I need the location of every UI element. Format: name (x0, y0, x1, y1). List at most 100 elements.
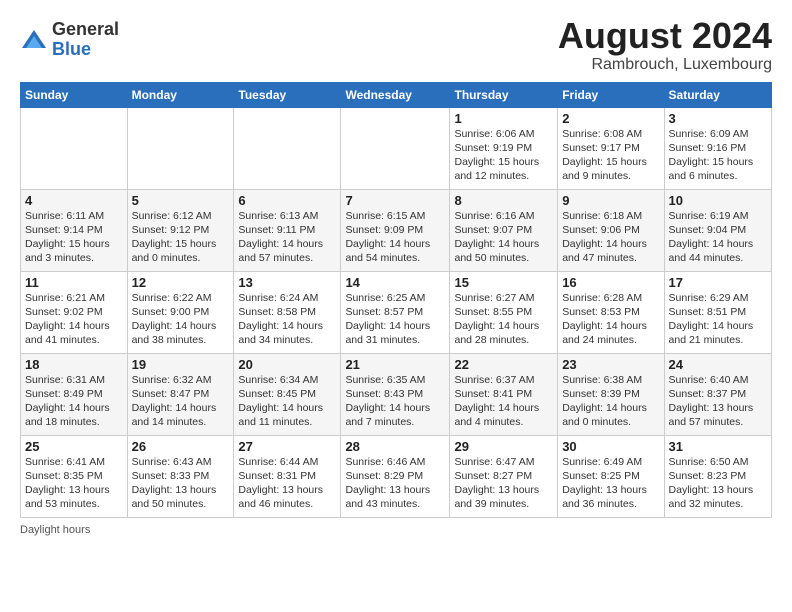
sunset-text: Sunset: 8:29 PM (345, 469, 445, 483)
daylight-text: Daylight: 13 hours and 53 minutes. (25, 483, 123, 511)
sunrise-text: Sunrise: 6:28 AM (562, 291, 659, 305)
calendar-cell: 1Sunrise: 6:06 AMSunset: 9:19 PMDaylight… (450, 107, 558, 189)
day-number: 9 (562, 193, 659, 208)
calendar-cell: 5Sunrise: 6:12 AMSunset: 9:12 PMDaylight… (127, 189, 234, 271)
daylight-text: Daylight: 14 hours and 7 minutes. (345, 401, 445, 429)
day-number: 4 (25, 193, 123, 208)
day-info: Sunrise: 6:13 AMSunset: 9:11 PMDaylight:… (238, 209, 336, 266)
title-block: August 2024 Rambrouch, Luxembourg (558, 16, 772, 74)
calendar-cell (341, 107, 450, 189)
daylight-text: Daylight: 14 hours and 44 minutes. (669, 237, 767, 265)
day-number: 1 (454, 111, 553, 126)
daylight-text: Daylight: 13 hours and 57 minutes. (669, 401, 767, 429)
calendar-cell: 9Sunrise: 6:18 AMSunset: 9:06 PMDaylight… (558, 189, 664, 271)
day-info: Sunrise: 6:32 AMSunset: 8:47 PMDaylight:… (132, 373, 230, 430)
day-number: 23 (562, 357, 659, 372)
weekday-header-wednesday: Wednesday (341, 82, 450, 107)
daylight-text: Daylight: 15 hours and 3 minutes. (25, 237, 123, 265)
day-number: 14 (345, 275, 445, 290)
daylight-text: Daylight: 13 hours and 46 minutes. (238, 483, 336, 511)
daylight-text: Daylight: 14 hours and 57 minutes. (238, 237, 336, 265)
day-info: Sunrise: 6:18 AMSunset: 9:06 PMDaylight:… (562, 209, 659, 266)
daylight-text: Daylight: 15 hours and 0 minutes. (132, 237, 230, 265)
daylight-text: Daylight: 14 hours and 31 minutes. (345, 319, 445, 347)
daylight-text: Daylight: 14 hours and 18 minutes. (25, 401, 123, 429)
daylight-text: Daylight: 13 hours and 36 minutes. (562, 483, 659, 511)
calendar-cell: 17Sunrise: 6:29 AMSunset: 8:51 PMDayligh… (664, 271, 771, 353)
calendar-cell: 25Sunrise: 6:41 AMSunset: 8:35 PMDayligh… (21, 435, 128, 517)
day-info: Sunrise: 6:19 AMSunset: 9:04 PMDaylight:… (669, 209, 767, 266)
calendar-cell: 28Sunrise: 6:46 AMSunset: 8:29 PMDayligh… (341, 435, 450, 517)
sunset-text: Sunset: 9:04 PM (669, 223, 767, 237)
logo-text: General Blue (52, 20, 119, 60)
day-info: Sunrise: 6:24 AMSunset: 8:58 PMDaylight:… (238, 291, 336, 348)
daylight-text: Daylight: 14 hours and 0 minutes. (562, 401, 659, 429)
day-info: Sunrise: 6:35 AMSunset: 8:43 PMDaylight:… (345, 373, 445, 430)
calendar-cell: 2Sunrise: 6:08 AMSunset: 9:17 PMDaylight… (558, 107, 664, 189)
day-info: Sunrise: 6:40 AMSunset: 8:37 PMDaylight:… (669, 373, 767, 430)
sunrise-text: Sunrise: 6:50 AM (669, 455, 767, 469)
sunrise-text: Sunrise: 6:49 AM (562, 455, 659, 469)
sunset-text: Sunset: 9:14 PM (25, 223, 123, 237)
day-info: Sunrise: 6:38 AMSunset: 8:39 PMDaylight:… (562, 373, 659, 430)
calendar-header: SundayMondayTuesdayWednesdayThursdayFrid… (21, 82, 772, 107)
sunset-text: Sunset: 9:00 PM (132, 305, 230, 319)
daylight-text: Daylight: 14 hours and 54 minutes. (345, 237, 445, 265)
day-number: 10 (669, 193, 767, 208)
sunset-text: Sunset: 9:11 PM (238, 223, 336, 237)
day-info: Sunrise: 6:49 AMSunset: 8:25 PMDaylight:… (562, 455, 659, 512)
calendar-cell (21, 107, 128, 189)
day-info: Sunrise: 6:16 AMSunset: 9:07 PMDaylight:… (454, 209, 553, 266)
day-info: Sunrise: 6:46 AMSunset: 8:29 PMDaylight:… (345, 455, 445, 512)
day-number: 8 (454, 193, 553, 208)
sunset-text: Sunset: 8:58 PM (238, 305, 336, 319)
logo-icon (20, 26, 48, 54)
daylight-text: Daylight: 13 hours and 32 minutes. (669, 483, 767, 511)
sunset-text: Sunset: 8:53 PM (562, 305, 659, 319)
sunset-text: Sunset: 8:33 PM (132, 469, 230, 483)
footer-note: Daylight hours (20, 524, 772, 536)
day-number: 25 (25, 439, 123, 454)
day-info: Sunrise: 6:28 AMSunset: 8:53 PMDaylight:… (562, 291, 659, 348)
day-number: 31 (669, 439, 767, 454)
calendar-week-row: 18Sunrise: 6:31 AMSunset: 8:49 PMDayligh… (21, 353, 772, 435)
weekday-header-saturday: Saturday (664, 82, 771, 107)
day-number: 17 (669, 275, 767, 290)
page-header: General Blue August 2024 Rambrouch, Luxe… (20, 16, 772, 74)
sunrise-text: Sunrise: 6:08 AM (562, 127, 659, 141)
calendar-cell: 23Sunrise: 6:38 AMSunset: 8:39 PMDayligh… (558, 353, 664, 435)
day-number: 16 (562, 275, 659, 290)
sunset-text: Sunset: 8:23 PM (669, 469, 767, 483)
daylight-text: Daylight: 15 hours and 9 minutes. (562, 155, 659, 183)
daylight-text: Daylight: 14 hours and 47 minutes. (562, 237, 659, 265)
sunset-text: Sunset: 8:45 PM (238, 387, 336, 401)
day-number: 2 (562, 111, 659, 126)
weekday-header-tuesday: Tuesday (234, 82, 341, 107)
day-number: 29 (454, 439, 553, 454)
day-info: Sunrise: 6:31 AMSunset: 8:49 PMDaylight:… (25, 373, 123, 430)
calendar-cell: 6Sunrise: 6:13 AMSunset: 9:11 PMDaylight… (234, 189, 341, 271)
day-info: Sunrise: 6:50 AMSunset: 8:23 PMDaylight:… (669, 455, 767, 512)
calendar-cell: 11Sunrise: 6:21 AMSunset: 9:02 PMDayligh… (21, 271, 128, 353)
calendar-cell: 7Sunrise: 6:15 AMSunset: 9:09 PMDaylight… (341, 189, 450, 271)
sunrise-text: Sunrise: 6:27 AM (454, 291, 553, 305)
calendar-cell: 18Sunrise: 6:31 AMSunset: 8:49 PMDayligh… (21, 353, 128, 435)
day-number: 24 (669, 357, 767, 372)
day-number: 27 (238, 439, 336, 454)
sunrise-text: Sunrise: 6:38 AM (562, 373, 659, 387)
sunrise-text: Sunrise: 6:34 AM (238, 373, 336, 387)
daylight-text: Daylight: 14 hours and 24 minutes. (562, 319, 659, 347)
daylight-text: Daylight: 14 hours and 28 minutes. (454, 319, 553, 347)
day-number: 28 (345, 439, 445, 454)
day-info: Sunrise: 6:21 AMSunset: 9:02 PMDaylight:… (25, 291, 123, 348)
sunset-text: Sunset: 8:31 PM (238, 469, 336, 483)
sunrise-text: Sunrise: 6:44 AM (238, 455, 336, 469)
sunset-text: Sunset: 8:35 PM (25, 469, 123, 483)
daylight-text: Daylight: 14 hours and 14 minutes. (132, 401, 230, 429)
day-info: Sunrise: 6:47 AMSunset: 8:27 PMDaylight:… (454, 455, 553, 512)
sunrise-text: Sunrise: 6:37 AM (454, 373, 553, 387)
calendar-cell: 15Sunrise: 6:27 AMSunset: 8:55 PMDayligh… (450, 271, 558, 353)
sunset-text: Sunset: 9:19 PM (454, 141, 553, 155)
sunset-text: Sunset: 8:39 PM (562, 387, 659, 401)
sunrise-text: Sunrise: 6:19 AM (669, 209, 767, 223)
